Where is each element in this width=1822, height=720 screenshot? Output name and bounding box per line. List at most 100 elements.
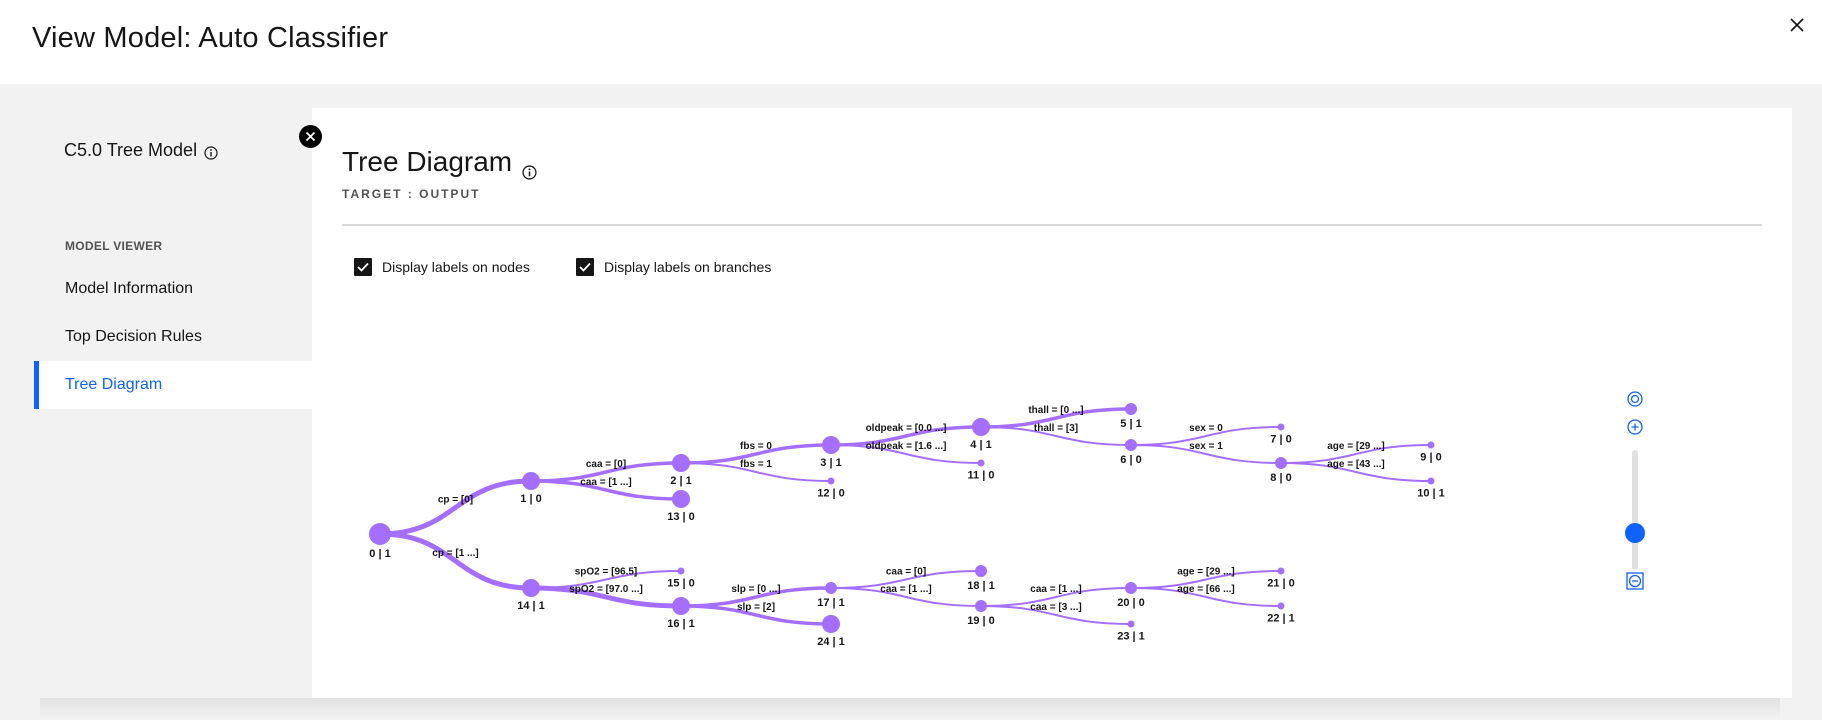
branch-label: caa = [1 ...] <box>880 584 931 595</box>
tree-node[interactable] <box>977 459 985 467</box>
node-label: 12 | 0 <box>817 488 845 500</box>
node-label: 10 | 1 <box>1417 488 1445 500</box>
zoom-in-icon[interactable] <box>1626 418 1644 441</box>
branch-label: caa = [1 ...] <box>580 477 631 488</box>
node-label: 13 | 0 <box>667 511 695 523</box>
tree-node[interactable] <box>975 600 987 612</box>
tree-node[interactable] <box>522 579 540 597</box>
close-circle-icon[interactable] <box>299 125 322 148</box>
tree-node[interactable] <box>677 567 685 575</box>
node-label: 8 | 0 <box>1270 472 1291 484</box>
branch-label: oldpeak = [1.6 ...] <box>866 441 947 452</box>
tree-node[interactable] <box>1277 423 1285 431</box>
branch-label: spO2 = [96.5] <box>575 567 638 578</box>
tree-node[interactable] <box>972 418 990 436</box>
node-label: 21 | 0 <box>1267 578 1295 590</box>
node-label: 23 | 1 <box>1117 631 1145 643</box>
branch-label: slp = [0 ...] <box>731 584 780 595</box>
branch-label: thall = [0 ...] <box>1028 405 1083 416</box>
tree-node[interactable] <box>1127 620 1135 628</box>
tree-node[interactable] <box>822 615 840 633</box>
branch-label: slp = [2] <box>737 602 775 613</box>
modal-title: View Model: Auto Classifier <box>32 22 389 54</box>
panel-title-text: Tree Diagram <box>342 146 513 177</box>
zoom-slider-track[interactable] <box>1632 450 1638 570</box>
tree-node[interactable] <box>1277 602 1285 610</box>
node-label: 4 | 1 <box>970 439 991 451</box>
tree-node[interactable] <box>822 436 840 454</box>
close-icon[interactable] <box>1784 12 1810 38</box>
section-label: MODEL VIEWER <box>65 239 163 253</box>
node-label: 14 | 1 <box>517 600 545 612</box>
modal-header: View Model: Auto Classifier <box>0 0 1822 84</box>
tree-node[interactable] <box>1275 457 1287 469</box>
node-label: 11 | 0 <box>968 470 995 482</box>
panel-subtitle: TARGET : OUTPUT <box>342 187 481 201</box>
tree-node[interactable] <box>522 472 540 490</box>
node-label: 16 | 1 <box>667 618 695 630</box>
node-label: 0 | 1 <box>369 548 390 560</box>
node-label: 15 | 0 <box>667 578 695 590</box>
sidebar-item-top-decision-rules[interactable]: Top Decision Rules <box>34 313 312 361</box>
tree-branch[interactable] <box>377 531 534 591</box>
tree-node[interactable] <box>672 490 690 508</box>
branch-label: cp = [1 ...] <box>432 548 478 559</box>
model-title-text: C5.0 Tree Model <box>64 140 198 160</box>
model-title: C5.0 Tree Model <box>64 140 218 161</box>
tree-node[interactable] <box>672 454 690 472</box>
node-label: 17 | 1 <box>817 597 845 609</box>
zoom-slider-thumb[interactable] <box>1625 522 1645 543</box>
branch-label: age = [29 ...] <box>1177 567 1235 578</box>
node-label: 19 | 0 <box>967 615 995 627</box>
node-label: 20 | 0 <box>1117 597 1145 609</box>
node-label: 1 | 0 <box>520 493 541 505</box>
node-label: 5 | 1 <box>1120 418 1141 430</box>
branch-label: caa = [0] <box>886 567 926 578</box>
tree-node[interactable] <box>975 565 987 577</box>
node-label: 24 | 1 <box>817 636 845 648</box>
branch-label: caa = [3 ...] <box>1030 602 1081 613</box>
node-label: 7 | 0 <box>1270 434 1291 446</box>
branch-label: age = [29 ...] <box>1327 441 1385 452</box>
tree-node[interactable] <box>672 597 690 615</box>
sidebar-item-tree-diagram[interactable]: Tree Diagram <box>34 361 312 409</box>
node-label: 3 | 1 <box>820 457 841 469</box>
tree-node[interactable] <box>1427 441 1435 449</box>
info-icon[interactable] <box>204 144 218 160</box>
branch-label: caa = [1 ...] <box>1030 584 1081 595</box>
tree-branch[interactable] <box>377 478 534 537</box>
divider <box>342 224 1762 226</box>
tree-node[interactable] <box>369 523 391 545</box>
tree-node[interactable] <box>1125 439 1137 451</box>
node-label: 22 | 1 <box>1267 613 1295 625</box>
branch-label: cp = [0] <box>438 495 473 506</box>
branch-label: thall = [3] <box>1034 423 1078 434</box>
branch-label: fbs = 0 <box>740 441 772 452</box>
tree-node[interactable] <box>1277 567 1285 575</box>
node-label: 2 | 1 <box>670 475 691 487</box>
tree-diagram-panel: Tree Diagram TARGET : OUTPUT Display lab… <box>312 108 1792 698</box>
tree-node[interactable] <box>827 477 835 485</box>
node-label: 18 | 1 <box>967 580 995 592</box>
branch-label: oldpeak = [0.0 ...] <box>866 423 947 434</box>
tree-node[interactable] <box>1427 477 1435 485</box>
panel-title: Tree Diagram <box>342 146 537 180</box>
branch-label: fbs = 1 <box>740 459 772 470</box>
tree-node[interactable] <box>1125 403 1137 415</box>
branch-label: caa = [0] <box>586 459 626 470</box>
branch-label: sex = 1 <box>1189 441 1223 452</box>
node-label: 9 | 0 <box>1420 452 1441 464</box>
sidebar: C5.0 Tree Model MODEL VIEWER Model Infor… <box>0 84 312 698</box>
tree-node[interactable] <box>1125 582 1137 594</box>
tree-diagram[interactable]: cp = [0] cp = [1 ...] caa = [0] caa = [1 ..… <box>312 228 1712 698</box>
zoom-out-icon[interactable] <box>1626 572 1644 595</box>
bottom-shadow <box>40 698 1780 720</box>
recenter-icon[interactable] <box>1626 390 1644 413</box>
branch-label: age = [66 ...] <box>1177 584 1235 595</box>
branch-label: age = [43 ...] <box>1327 459 1385 470</box>
branch-label: spO2 = [97.0 ...] <box>569 584 643 595</box>
info-icon[interactable] <box>522 155 537 180</box>
sidebar-item-model-information[interactable]: Model Information <box>34 265 312 313</box>
branch-label: sex = 0 <box>1189 423 1223 434</box>
tree-node[interactable] <box>825 582 837 594</box>
